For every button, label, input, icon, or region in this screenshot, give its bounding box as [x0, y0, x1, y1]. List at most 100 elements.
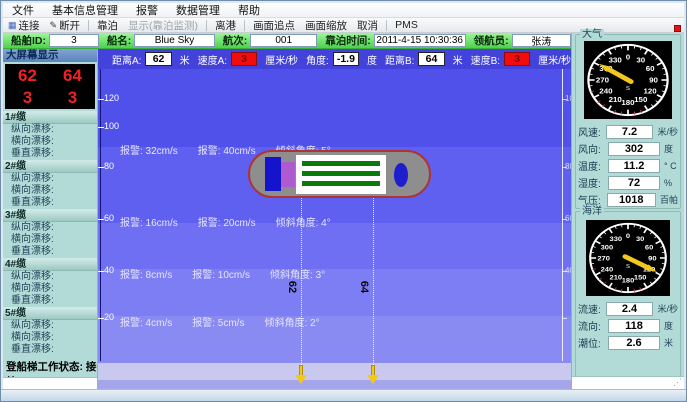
cable-5-header: 5#缆 [3, 308, 97, 320]
ship-name-field[interactable]: Blue Sky [134, 34, 214, 47]
ship-id-label: 船舶ID: [11, 33, 46, 48]
current-speed-value: 2.4 [606, 302, 654, 316]
svg-text:S: S [626, 264, 630, 270]
menu-help[interactable]: 帮助 [229, 3, 269, 17]
plot-band [98, 223, 571, 269]
disconnect-label: 断开 [59, 18, 80, 33]
weather-group-title: 大气 [580, 29, 604, 40]
humidity-label: 湿度: [578, 175, 608, 190]
toolbar-separator [88, 20, 89, 31]
svg-text:270: 270 [596, 76, 609, 84]
berth-time-field[interactable]: 2011-4-15 10:30:36 [374, 34, 466, 47]
menu-file[interactable]: 文件 [3, 3, 43, 17]
sea-fields: 流速: 2.4 米/秒 流向: 118 度 潮位: 2.6 米 [578, 300, 678, 351]
humidity-value: 72 [608, 176, 660, 190]
depart-button[interactable]: 离港 [210, 18, 241, 32]
cable-group-3: 3#缆 纵向漂移: 横向漂移: 垂直漂移: [3, 209, 97, 258]
cable-group-2: 2#缆 纵向漂移: 横向漂移: 垂直漂移: [3, 160, 97, 209]
wind-speed-label: 风速: [578, 124, 606, 139]
panel-status-strip: ⋰ [572, 376, 684, 389]
cancel-button[interactable]: 取消 [352, 18, 383, 32]
voyage-field[interactable]: 001 [250, 34, 317, 47]
sea-group-title: 海洋 [580, 206, 604, 217]
svg-text:150: 150 [634, 95, 647, 103]
svg-text:210: 210 [609, 95, 622, 103]
temperature-value: 11.2 [608, 159, 660, 173]
speed-a-value-alarm: 3 [231, 52, 257, 66]
svg-text:90: 90 [649, 76, 658, 84]
alarm-speed-a-3: 报警: 8cm/s [120, 266, 172, 281]
cable-5-longitudinal-drift: 纵向漂移: [3, 320, 97, 332]
pressure-label: 气压: [578, 192, 607, 207]
svg-text:60: 60 [645, 243, 653, 252]
temperature-unit: ° C [664, 161, 677, 171]
measurement-data-bar: 距离A: 62 米 速度A: 3 厘米/秒 角度: -1.9 度 距离B: 64… [98, 49, 571, 69]
distance-a-line-label: 62 [286, 281, 298, 293]
cable-1-vertical-drift: 垂直漂移: [3, 148, 97, 160]
ship-cargo-hold [296, 155, 386, 194]
menu-alarm[interactable]: 报警 [127, 3, 167, 17]
voyage-label: 航次: [223, 33, 248, 48]
plot-canvas[interactable]: 120 100 80 60 40 20 100 80 60 40 报警: 32c… [98, 69, 571, 389]
svg-text:120: 120 [644, 87, 657, 95]
current-direction-label: 流向: [578, 318, 608, 333]
y-tick-label: 60 [104, 214, 114, 223]
humidity-unit: % [664, 178, 672, 188]
berth-button[interactable]: 靠泊 [92, 18, 123, 32]
alarm-threshold-row-2: 报警: 16cm/s 报警: 20cm/s 倾斜角度: 4° [120, 214, 331, 229]
cargo-stripe [302, 171, 380, 176]
cable-group-5: 5#缆 纵向漂移: 横向漂移: 垂直漂移: [3, 307, 97, 356]
svg-text:330: 330 [610, 235, 623, 244]
pms-button[interactable]: PMS [390, 18, 423, 32]
cable-group-1: 1#缆 纵向漂移: 横向漂移: 垂直漂移: [3, 111, 97, 160]
cable-3-header: 3#缆 [3, 210, 97, 222]
svg-text:S: S [626, 86, 630, 92]
sidebar-bottom-strip [3, 377, 97, 389]
dock-strip [98, 363, 571, 380]
tide-level-label: 潮位: [578, 335, 608, 350]
svg-text:150: 150 [634, 273, 647, 282]
disconnect-button[interactable]: ✎ 断开 [45, 18, 86, 32]
pilot-field[interactable]: 张涛 [512, 34, 571, 47]
pilot-label: 领航员: [474, 33, 509, 48]
menu-bar: 文件 基本信息管理 报警 数据管理 帮助 [3, 3, 684, 18]
alarm-threshold-row-4: 报警: 4cm/s 报警: 5cm/s 倾斜角度: 2° [120, 314, 320, 329]
toolbar-separator [386, 20, 387, 31]
dist-b-value: 64 [418, 52, 444, 66]
y-tick-label: 100 [104, 122, 119, 131]
alarm-angle-2: 倾斜角度: 4° [276, 214, 331, 229]
wind-direction-value: 302 [608, 142, 660, 156]
cable-4-vertical-drift: 垂直漂移: [3, 295, 97, 307]
speed-b-value-alarm: 3 [504, 52, 530, 66]
alarm-speed-b-3: 报警: 10cm/s [192, 266, 250, 281]
menu-data[interactable]: 数据管理 [167, 3, 229, 17]
window-bottom-frame [1, 389, 686, 401]
wind-direction-unit: 度 [664, 142, 673, 155]
cable-2-lateral-drift: 横向漂移: [3, 185, 97, 197]
ship-info-bar: 船舶ID: 3 船名: Blue Sky 航次: 001 靠泊时间: 2011-… [3, 33, 571, 49]
wind-direction-gauge: 0306090120150180210240270300330S [584, 41, 672, 119]
cable-4-header: 4#缆 [3, 259, 97, 271]
berthing-chart: 距离A: 62 米 速度A: 3 厘米/秒 角度: -1.9 度 距离B: 64… [98, 49, 571, 389]
cable-4-lateral-drift: 横向漂移: [3, 283, 97, 295]
track-point-button[interactable]: 画面追点 [248, 18, 300, 32]
tide-level-unit: 米 [664, 336, 673, 349]
cable-3-vertical-drift: 垂直漂移: [3, 246, 97, 258]
connect-label: 连接 [19, 18, 40, 33]
svg-text:240: 240 [601, 265, 614, 274]
angle-value: -1.9 [333, 52, 359, 66]
ship-graphic[interactable] [248, 150, 431, 198]
zoom-button[interactable]: 画面缩放 [300, 18, 352, 32]
tide-level-value: 2.6 [608, 336, 660, 350]
cable-1-lateral-drift: 横向漂移: [3, 136, 97, 148]
cable-3-lateral-drift: 横向漂移: [3, 234, 97, 246]
resize-grip-icon[interactable]: ⋰ [673, 377, 682, 388]
ship-id-field[interactable]: 3 [49, 34, 99, 47]
svg-text:210: 210 [610, 273, 623, 282]
current-speed-row: 流速: 2.4 米/秒 [578, 300, 678, 317]
ship-bow-ellipse [394, 163, 408, 187]
big-screen-display: 62 64 3 3 [5, 64, 95, 109]
connect-button[interactable]: ▦ 连接 [3, 18, 45, 32]
left-sidebar: 大屏幕显示 62 64 3 3 1#缆 纵向漂移: 横向漂移: 垂直漂移: 2#… [3, 49, 98, 389]
menu-basic-info[interactable]: 基本信息管理 [43, 3, 127, 17]
